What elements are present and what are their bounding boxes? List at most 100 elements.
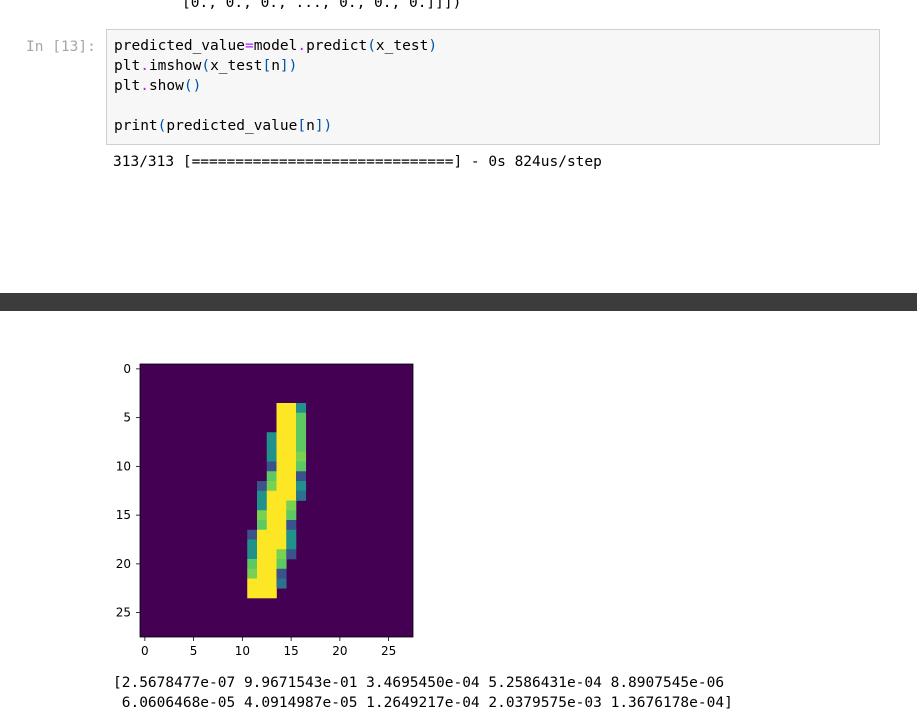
- code-token: imshow: [148, 58, 202, 74]
- image-pixel: [286, 481, 297, 492]
- image-pixel: [286, 422, 297, 433]
- image-pixel: [276, 481, 287, 492]
- code-token: n: [306, 118, 315, 134]
- image-pixel: [257, 481, 268, 492]
- code-token: [: [297, 118, 307, 134]
- image-pixel: [276, 539, 287, 550]
- image-pixel: [286, 500, 297, 511]
- code-token: .: [297, 38, 307, 54]
- code-token: x_test: [210, 58, 263, 74]
- image-pixel: [266, 490, 277, 501]
- image-pixel: [286, 529, 297, 540]
- code-line: print(predicted_value[n]): [114, 116, 332, 136]
- image-pixel: [266, 578, 277, 589]
- image-pixel: [257, 529, 268, 540]
- image-pixel: [276, 432, 287, 443]
- code-token: =: [244, 38, 254, 54]
- image-pixel: [247, 549, 258, 560]
- cell-prompt: In [13]:: [26, 39, 96, 55]
- image-pixel: [296, 412, 307, 423]
- code-token: (: [367, 38, 376, 54]
- image-pixel: [286, 461, 297, 472]
- image-pixel: [257, 500, 268, 511]
- image-pixel: [266, 510, 277, 521]
- image-pixel: [276, 412, 287, 423]
- code-token: [: [262, 58, 272, 74]
- y-tick-label: 15: [116, 508, 131, 522]
- code-token: n: [271, 58, 280, 74]
- image-pixel: [276, 461, 287, 472]
- image-pixel: [266, 520, 277, 531]
- image-pixel: [266, 461, 277, 472]
- image-pixel: [257, 549, 268, 560]
- image-pixel: [296, 432, 307, 443]
- image-pixel: [257, 588, 268, 599]
- image-pixel: [276, 549, 287, 560]
- image-pixel: [286, 549, 297, 560]
- image-pixel: [266, 559, 277, 570]
- x-tick-label: 10: [235, 644, 250, 658]
- image-pixel: [286, 451, 297, 462]
- image-pixel: [266, 539, 277, 550]
- image-pixel: [276, 520, 287, 531]
- previous-output-line: [0., 0., 0., ..., 0., 0., 0.]]]): [182, 0, 462, 11]
- prediction-output-line-2: 6.0606468e-05 4.0914987e-05 1.2649217e-0…: [113, 695, 733, 711]
- code-token: ): [428, 38, 438, 54]
- code-line: plt.show(): [114, 76, 201, 96]
- code-token: (: [201, 58, 211, 74]
- image-pixel: [266, 432, 277, 443]
- image-pixel: [257, 520, 268, 531]
- code-token: x_test: [375, 38, 429, 54]
- image-pixel: [296, 461, 307, 472]
- code-token: print: [114, 118, 158, 134]
- code-token: ]): [314, 118, 333, 134]
- image-pixel: [257, 510, 268, 521]
- code-token: predict: [306, 38, 368, 54]
- image-pixel: [296, 481, 307, 492]
- image-pixel: [266, 451, 277, 462]
- image-pixel: [247, 588, 258, 599]
- image-pixel: [257, 578, 268, 589]
- image-pixel: [286, 442, 297, 453]
- code-token: .: [140, 78, 149, 94]
- code-line: plt.imshow(x_test[n]): [114, 56, 297, 76]
- code-token: show: [148, 78, 184, 94]
- prediction-output-line-1: [2.5678477e-07 9.9671543e-01 3.4695450e-…: [113, 675, 725, 691]
- x-tick-label: 15: [283, 644, 298, 658]
- image-pixel: [257, 539, 268, 550]
- code-token: (): [183, 78, 202, 94]
- code-token: ]): [279, 58, 298, 74]
- y-tick-label: 20: [116, 557, 131, 571]
- image-pixel: [276, 442, 287, 453]
- image-pixel: [286, 471, 297, 482]
- image-pixel: [276, 422, 287, 433]
- image-pixel: [247, 539, 258, 550]
- y-tick-label: 0: [123, 362, 131, 376]
- image-pixel: [276, 403, 287, 414]
- image-pixel: [296, 471, 307, 482]
- image-pixel: [276, 568, 287, 579]
- code-cell-input[interactable]: predicted_value=model.predict(x_test) plt…: [106, 29, 880, 145]
- image-pixel: [266, 568, 277, 579]
- image-pixel: [296, 442, 307, 453]
- progress-output: 313/313 [==============================]…: [113, 154, 602, 170]
- image-pixel: [276, 559, 287, 570]
- image-pixel: [286, 490, 297, 501]
- y-tick-label: 25: [116, 606, 131, 620]
- image-pixel: [296, 422, 307, 433]
- code-token: plt: [114, 58, 141, 74]
- image-pixel: [266, 500, 277, 511]
- image-pixel: [286, 403, 297, 414]
- y-tick-label: 5: [123, 411, 131, 425]
- code-token: plt: [114, 78, 141, 94]
- image-pixel: [266, 442, 277, 453]
- image-pixel: [276, 529, 287, 540]
- image-pixel: [276, 500, 287, 511]
- image-pixel: [257, 568, 268, 579]
- image-pixel: [247, 559, 258, 570]
- image-pixel: [286, 510, 297, 521]
- image-pixel: [286, 520, 297, 531]
- image-pixel: [296, 451, 307, 462]
- x-tick-label: 20: [332, 644, 347, 658]
- image-pixel: [266, 588, 277, 599]
